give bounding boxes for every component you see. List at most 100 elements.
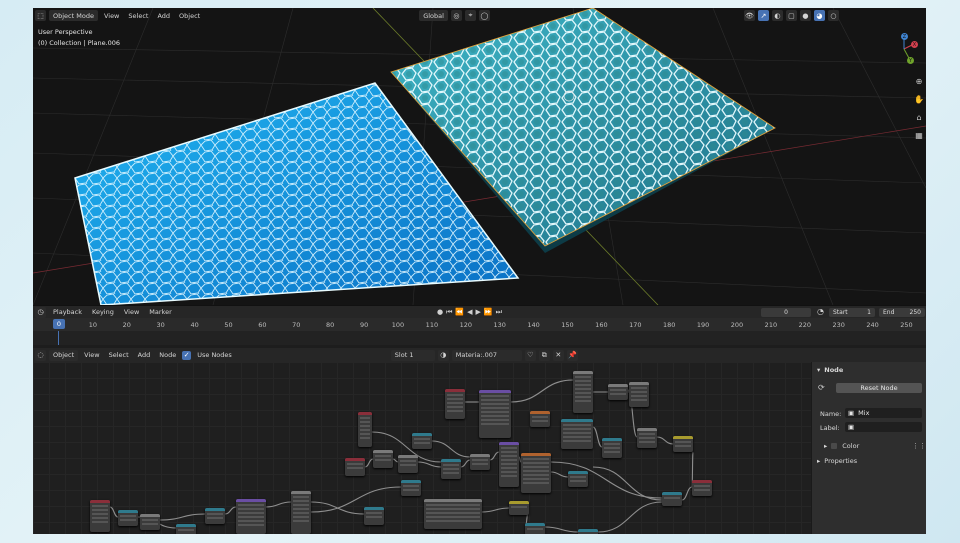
slot-dropdown[interactable]: Slot 1 <box>390 349 435 361</box>
object-type-dropdown[interactable]: Object <box>49 349 79 361</box>
shader-node[interactable] <box>236 499 266 534</box>
play-reverse-icon[interactable]: ◀ <box>467 308 472 317</box>
shader-node[interactable] <box>561 419 593 449</box>
shader-node[interactable] <box>673 436 693 452</box>
material-name-field[interactable]: Materia:.007 <box>451 349 522 361</box>
shader-node[interactable] <box>291 491 311 534</box>
start-frame-field[interactable]: Start 1 <box>829 308 875 317</box>
duplicate-material-icon[interactable]: ⧉ <box>538 349 550 361</box>
shader-node[interactable] <box>521 453 551 493</box>
menu-node-view[interactable]: View <box>81 351 102 359</box>
node-panel-header[interactable]: ▾ Node <box>817 366 843 374</box>
frame-marker[interactable]: 0 <box>53 319 65 329</box>
end-frame-field[interactable]: End 250 <box>879 308 925 317</box>
shader-node[interactable] <box>373 450 393 468</box>
shader-node[interactable] <box>345 458 365 476</box>
shader-node[interactable] <box>470 454 490 470</box>
3d-viewport[interactable]: ⬚ Object Mode View Select Add Object Glo… <box>33 8 926 305</box>
camera-icon[interactable]: ⌂ <box>914 112 924 122</box>
shader-node[interactable] <box>424 499 482 529</box>
color-subpanel[interactable]: ▸ Color <box>824 442 859 450</box>
name-field[interactable]: ▣ Mix <box>845 408 922 418</box>
clock-icon[interactable]: ◔ <box>817 307 824 316</box>
menu-keying[interactable]: Keying <box>89 308 117 316</box>
gizmo-y-axis[interactable]: Y <box>907 57 914 64</box>
shader-node[interactable] <box>692 480 712 496</box>
menu-select[interactable]: Select <box>125 12 151 20</box>
gizmo-toggle-icon[interactable]: ↗ <box>757 10 769 21</box>
visibility-icon[interactable]: 👁 <box>743 10 755 21</box>
shader-node[interactable] <box>118 510 138 526</box>
navigation-gizmo[interactable]: X Y Z <box>887 32 921 66</box>
menu-node-select[interactable]: Select <box>106 351 132 359</box>
xray-icon[interactable]: ▢ <box>785 10 797 21</box>
shader-node[interactable] <box>90 500 110 532</box>
menu-playback[interactable]: Playback <box>50 308 85 316</box>
fake-user-icon[interactable]: ♡ <box>524 349 536 361</box>
shader-node[interactable] <box>530 411 550 427</box>
shader-node[interactable] <box>205 508 225 524</box>
shader-node[interactable] <box>412 433 432 449</box>
shader-node[interactable] <box>364 507 384 525</box>
shader-node[interactable] <box>662 492 682 506</box>
shading-material-icon[interactable]: ◕ <box>813 10 825 21</box>
pivot-icon[interactable]: ◎ <box>450 10 462 21</box>
grid-icon[interactable]: ▦ <box>914 130 924 140</box>
prev-key-icon[interactable]: ⏪ <box>455 308 464 317</box>
shader-node[interactable] <box>358 412 372 447</box>
record-icon[interactable]: ● <box>437 308 443 317</box>
proportional-edit-icon[interactable]: ◯ <box>478 10 490 21</box>
shader-node[interactable] <box>445 389 465 419</box>
gizmo-z-axis[interactable]: Z <box>901 33 908 40</box>
menu-view[interactable]: View <box>101 12 122 20</box>
unlink-icon[interactable]: ✕ <box>552 349 564 361</box>
menu-node-add[interactable]: Add <box>135 351 154 359</box>
shader-node[interactable] <box>176 524 196 534</box>
timeline-area[interactable] <box>33 331 926 345</box>
play-icon[interactable]: ▶ <box>476 308 481 317</box>
material-sphere-icon[interactable]: ◑ <box>437 349 449 361</box>
viewport-scene[interactable] <box>33 8 926 305</box>
drag-handle-icon[interactable]: ⋮⋮ <box>912 442 926 450</box>
gizmo-x-axis[interactable]: X <box>911 41 918 48</box>
color-checkbox[interactable] <box>831 443 838 449</box>
snap-icon[interactable]: ⌖ <box>464 10 476 21</box>
timeline-ruler[interactable]: 0 10 20 30 40 50 60 70 80 90 100 110 120 130 140 150 16… <box>33 318 926 331</box>
shader-node[interactable] <box>499 442 519 487</box>
shading-rendered-icon[interactable]: ○ <box>827 10 839 21</box>
menu-object[interactable]: Object <box>176 12 203 20</box>
node-canvas[interactable] <box>33 362 811 534</box>
shader-node[interactable] <box>441 459 461 479</box>
overlay-icon[interactable]: ◐ <box>771 10 783 21</box>
shading-solid-icon[interactable]: ● <box>799 10 811 21</box>
editor-type-icon[interactable]: ⬚ <box>35 10 46 21</box>
next-key-icon[interactable]: ⏩ <box>484 308 493 317</box>
shader-node[interactable] <box>479 390 511 438</box>
shader-node[interactable] <box>602 438 622 458</box>
shader-node[interactable] <box>509 501 529 515</box>
timeline-editor-icon[interactable]: ◷ <box>35 306 46 318</box>
shader-node[interactable] <box>525 523 545 534</box>
shader-node[interactable] <box>140 514 160 530</box>
menu-timeline-view[interactable]: View <box>121 308 142 316</box>
shader-node[interactable] <box>401 480 421 496</box>
refresh-icon[interactable]: ⟳ <box>818 383 825 392</box>
shader-node[interactable] <box>637 428 657 448</box>
current-frame-field[interactable]: 0 <box>761 308 811 317</box>
shader-node[interactable] <box>568 471 588 487</box>
mode-dropdown[interactable]: Object Mode <box>49 10 98 21</box>
shader-node[interactable] <box>573 371 593 413</box>
shader-node[interactable] <box>398 455 418 473</box>
zoom-icon[interactable]: ⊕ <box>914 76 924 86</box>
pan-hand-icon[interactable]: ✋ <box>914 94 924 104</box>
jump-start-icon[interactable]: ⏮ <box>446 308 452 317</box>
shader-node[interactable] <box>629 382 649 407</box>
shader-node[interactable] <box>578 529 598 534</box>
menu-node[interactable]: Node <box>156 351 179 359</box>
node-editor-type-icon[interactable]: ◌ <box>35 349 46 361</box>
jump-end-icon[interactable]: ⏭ <box>496 308 502 317</box>
label-field[interactable]: ▣ <box>845 422 922 432</box>
use-nodes-checkbox[interactable]: ✓ <box>182 350 192 360</box>
shader-node[interactable] <box>608 384 628 400</box>
pin-icon[interactable]: 📌 <box>566 349 578 361</box>
